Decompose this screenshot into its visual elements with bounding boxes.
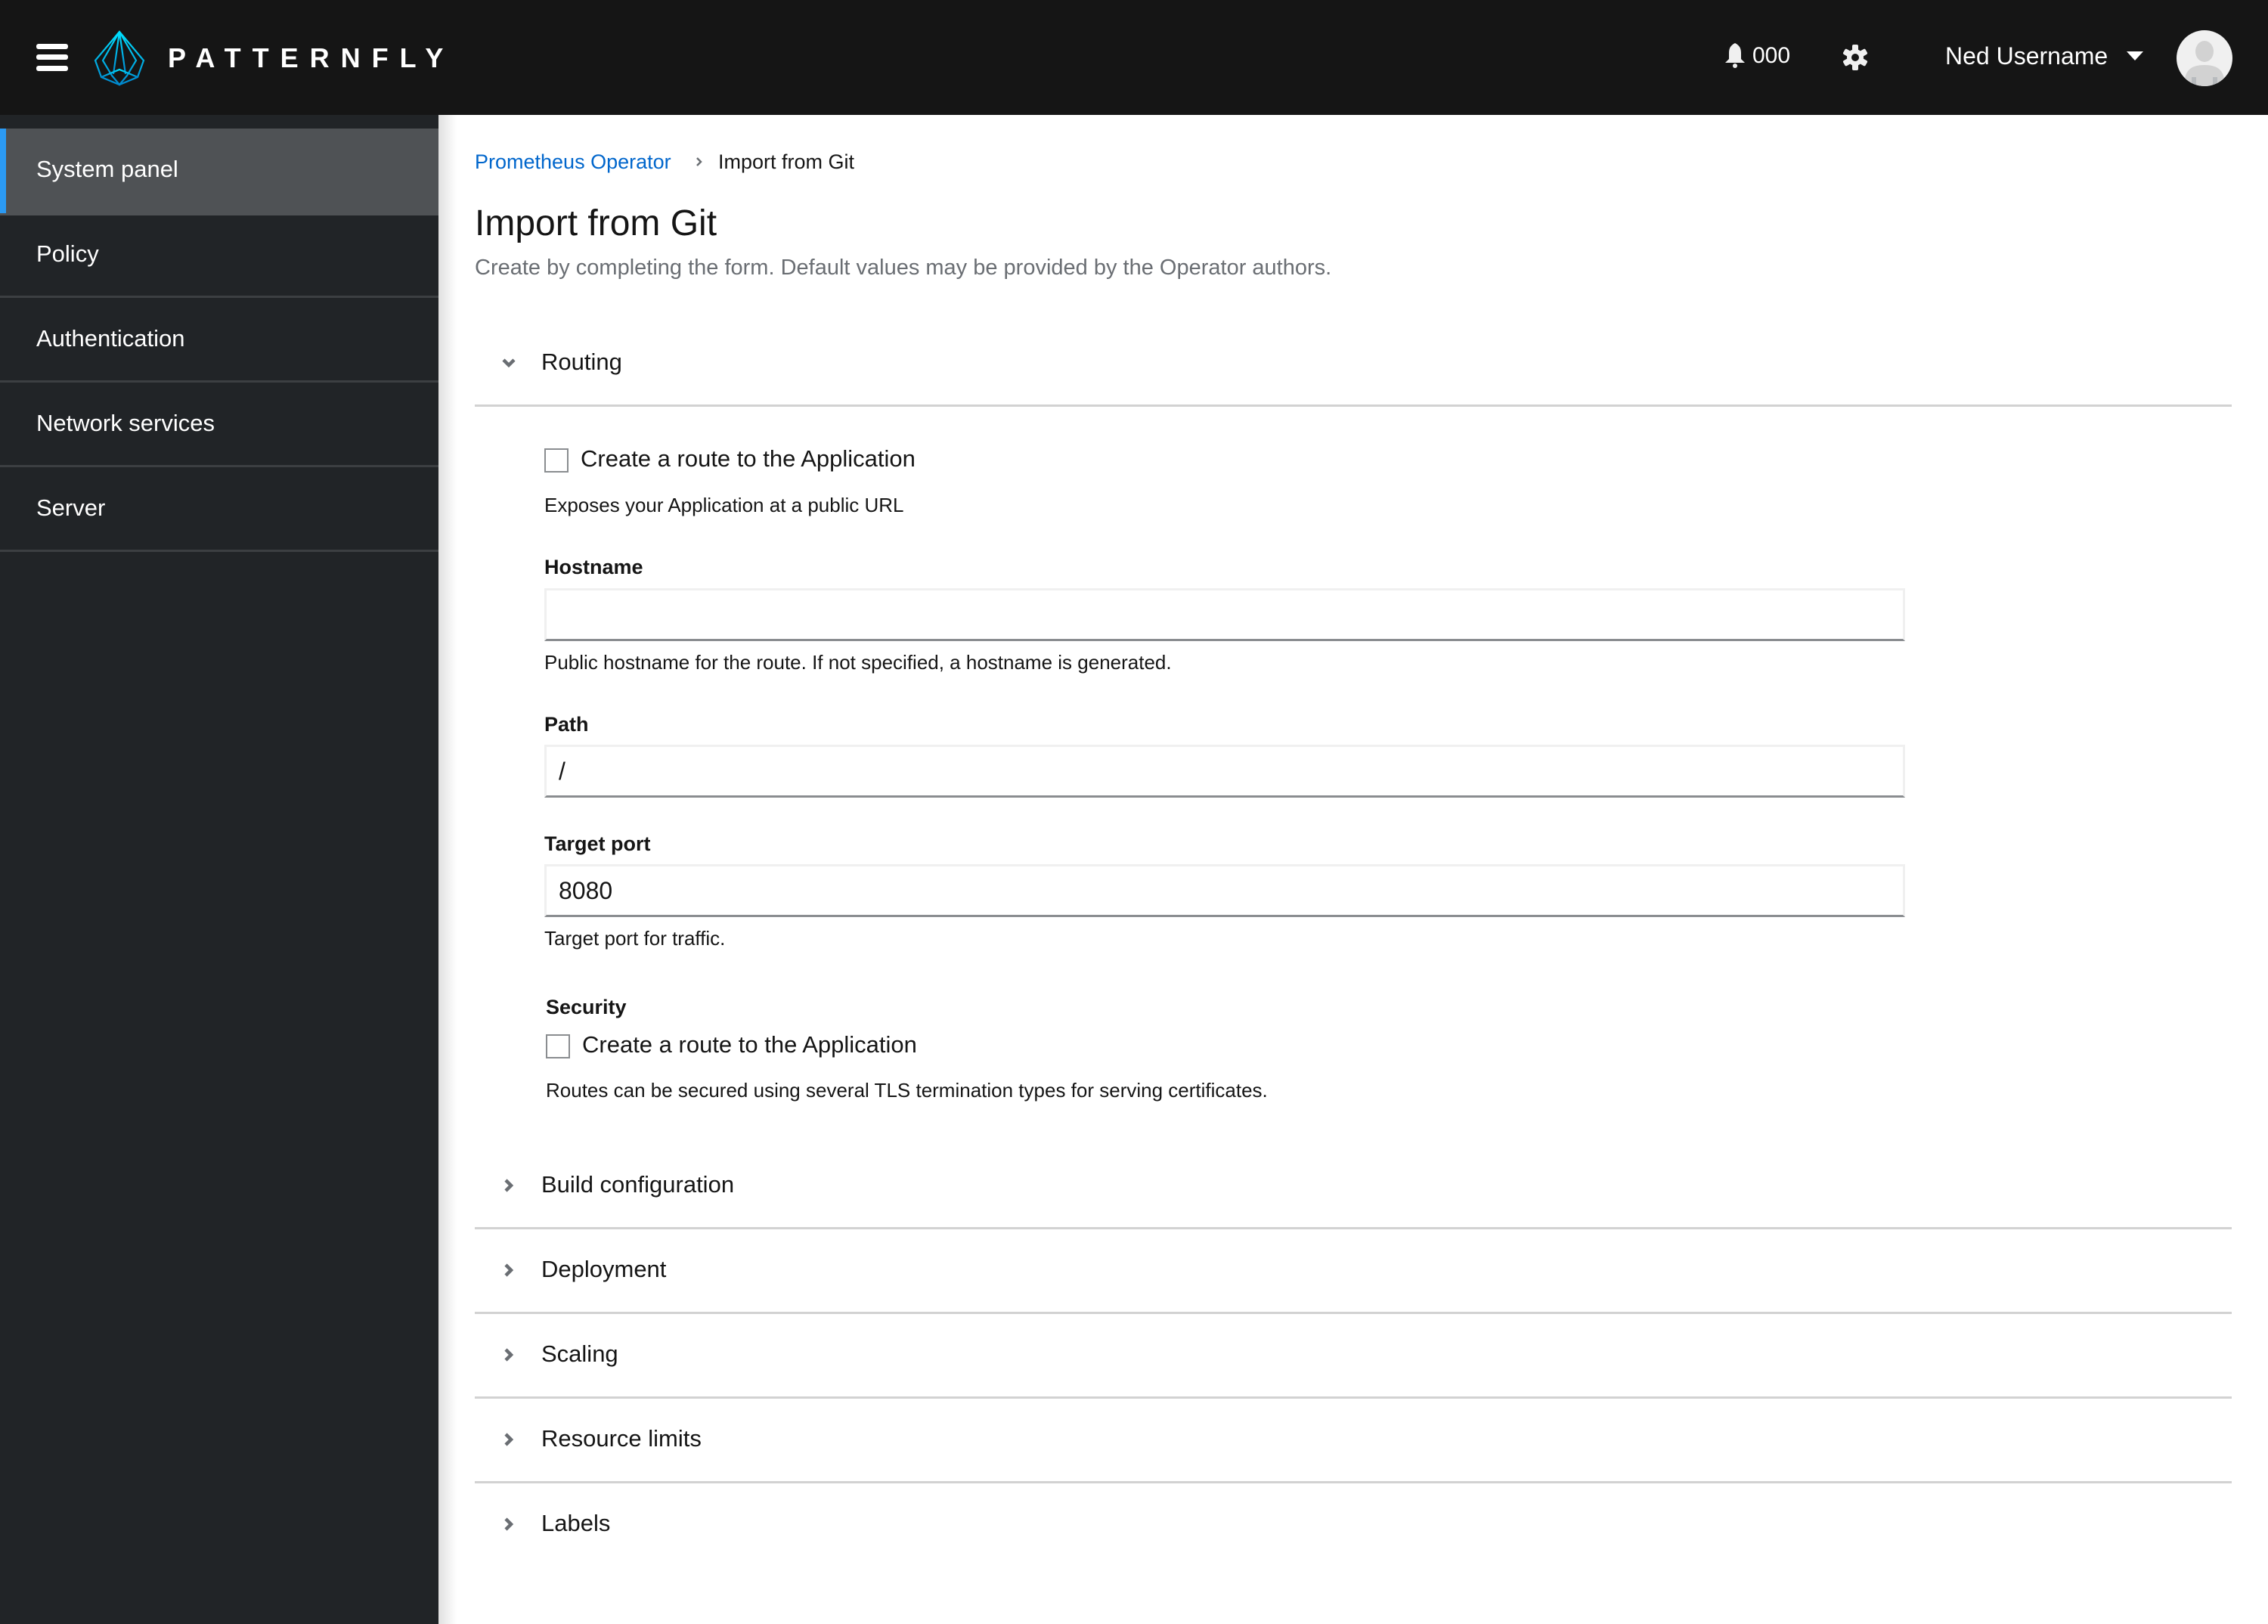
sidebar-item-label: Policy xyxy=(36,240,99,267)
gear-icon[interactable] xyxy=(1842,44,1869,71)
sidebar-item-server[interactable]: Server xyxy=(0,467,438,552)
user-menu-toggle[interactable]: Ned Username xyxy=(1945,39,2108,73)
section-divider xyxy=(475,1396,2232,1399)
page-description: Create by completing the form. Default v… xyxy=(475,256,1332,280)
path-label: Path xyxy=(544,713,589,736)
section-divider xyxy=(475,1481,2232,1483)
expandable-deployment-toggle[interactable]: Deployment xyxy=(475,1236,2232,1304)
sidebar-item-authentication[interactable]: Authentication xyxy=(0,298,438,383)
page-title: Import from Git xyxy=(475,203,717,243)
create-route-checkbox-label[interactable]: Create a route to the Application xyxy=(581,443,916,475)
sidebar-nav: System panel Policy Authentication Netwo… xyxy=(0,115,438,1624)
sidebar-shadow xyxy=(438,115,457,1624)
hostname-helper-text: Public hostname for the route. If not sp… xyxy=(544,651,1172,674)
breadcrumb-chevron-icon xyxy=(696,157,702,166)
sidebar-item-policy[interactable]: Policy xyxy=(0,213,438,298)
expandable-label: Build configuration xyxy=(541,1171,735,1198)
sidebar-item-label: Network services xyxy=(36,410,215,436)
chevron-right-icon xyxy=(504,1263,514,1277)
sidebar-item-system-panel[interactable]: System panel xyxy=(0,129,438,215)
create-route-checkbox[interactable] xyxy=(544,448,569,473)
expandable-build-configuration-toggle[interactable]: Build configuration xyxy=(475,1151,2232,1220)
sidebar-item-label: Server xyxy=(36,494,106,521)
expandable-label: Resource limits xyxy=(541,1425,702,1452)
sidebar-item-network-services[interactable]: Network services xyxy=(0,383,438,467)
user-avatar-icon[interactable] xyxy=(2177,30,2232,86)
chevron-right-icon xyxy=(504,1433,514,1446)
hostname-input[interactable] xyxy=(544,588,1905,641)
bell-icon[interactable] xyxy=(1724,42,1746,68)
chevron-down-icon xyxy=(502,358,516,368)
target-port-helper-text: Target port for traffic. xyxy=(544,927,726,950)
sidebar-item-label: Authentication xyxy=(36,325,185,352)
expandable-routing-label: Routing xyxy=(541,349,622,375)
breadcrumb-current: Import from Git xyxy=(718,150,855,173)
sidebar-item-label: System panel xyxy=(36,156,178,182)
chevron-right-icon xyxy=(504,1517,514,1531)
target-port-label: Target port xyxy=(544,832,651,855)
expandable-scaling-toggle[interactable]: Scaling xyxy=(475,1321,2232,1389)
path-input[interactable] xyxy=(544,745,1905,798)
masthead: PATTERNFLY 000 Ned Username xyxy=(0,0,2268,115)
expandable-label: Deployment xyxy=(541,1256,667,1282)
security-helper-text: Routes can be secured using several TLS … xyxy=(546,1079,1268,1102)
hostname-label: Hostname xyxy=(544,556,643,578)
breadcrumb-link-prometheus-operator[interactable]: Prometheus Operator xyxy=(475,148,671,175)
expandable-routing-toggle[interactable]: Routing xyxy=(475,329,2232,397)
expandable-resource-limits-toggle[interactable]: Resource limits xyxy=(475,1406,2232,1474)
caret-down-icon[interactable] xyxy=(2127,51,2143,60)
patternfly-logo-icon xyxy=(94,30,145,86)
security-route-checkbox-label[interactable]: Create a route to the Application xyxy=(582,1029,917,1061)
create-route-helper-text: Exposes your Application at a public URL xyxy=(544,494,904,516)
expandable-label: Scaling xyxy=(541,1340,618,1367)
expandable-label: Labels xyxy=(541,1510,611,1536)
target-port-input[interactable] xyxy=(544,864,1905,917)
chevron-right-icon xyxy=(504,1179,514,1192)
section-divider xyxy=(475,1227,2232,1229)
chevron-right-icon xyxy=(504,1348,514,1362)
security-route-checkbox[interactable] xyxy=(546,1034,570,1058)
expandable-labels-toggle[interactable]: Labels xyxy=(475,1490,2232,1558)
section-divider xyxy=(475,404,2232,407)
security-label: Security xyxy=(546,996,627,1018)
hamburger-icon[interactable] xyxy=(36,44,68,71)
section-divider xyxy=(475,1312,2232,1314)
notifications-count[interactable]: 000 xyxy=(1752,41,1790,71)
brand-name: PATTERNFLY xyxy=(168,42,455,73)
